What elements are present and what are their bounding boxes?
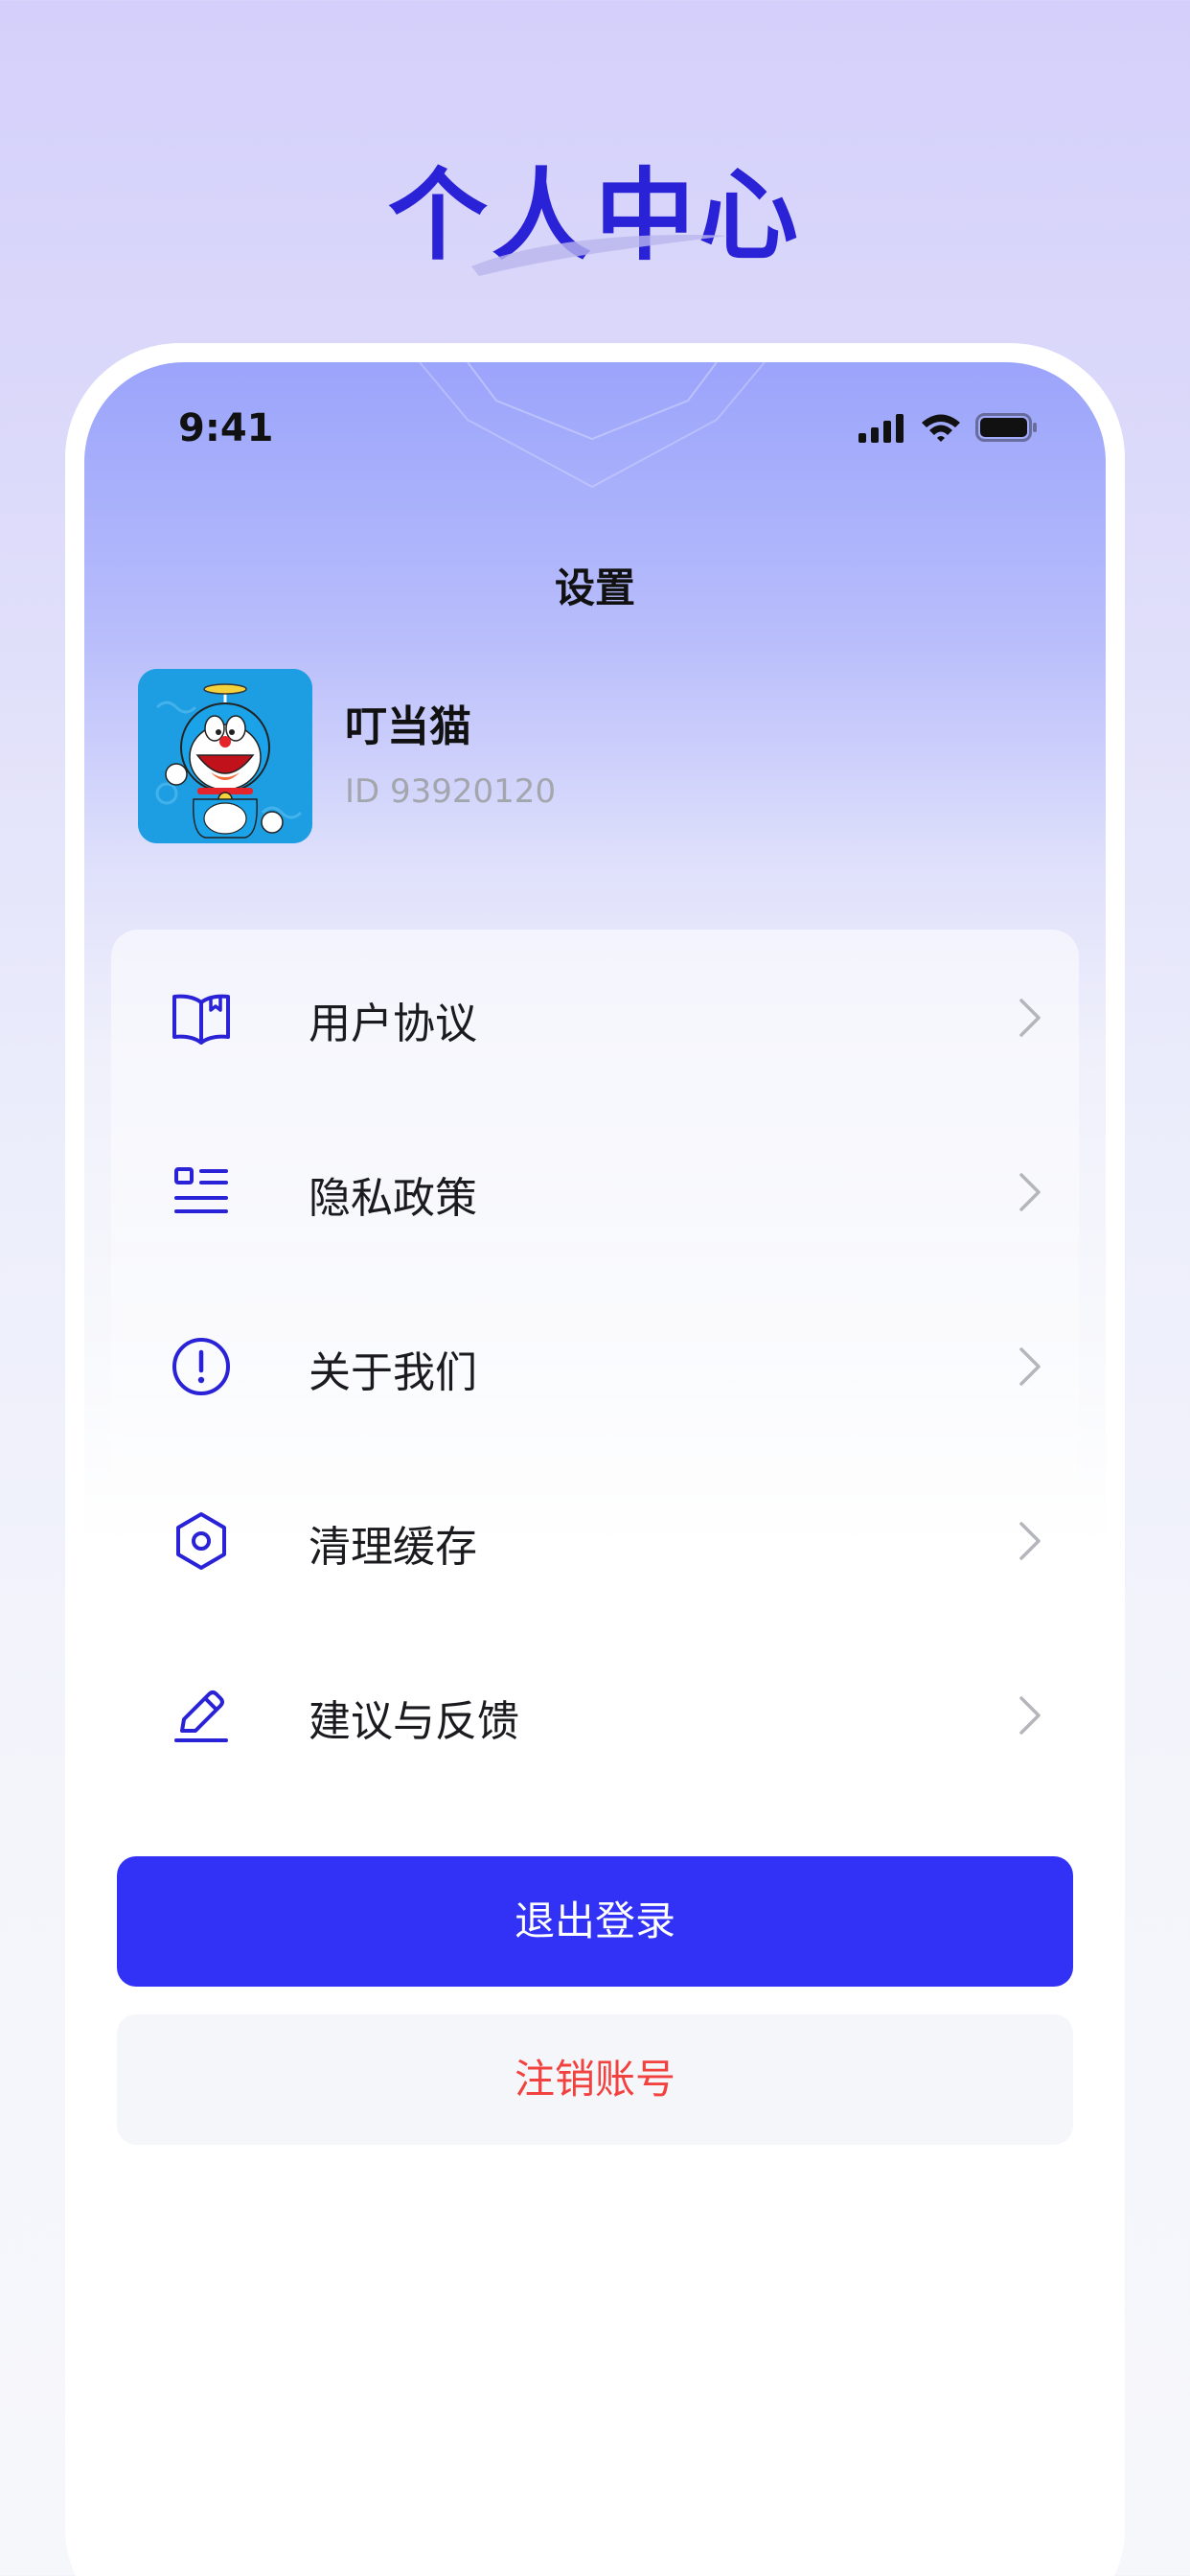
status-icons [858, 408, 1039, 447]
menu-item-privacy-policy[interactable]: 隐私政策 [111, 1104, 1079, 1278]
menu-item-label: 建议与反馈 [309, 1697, 519, 1746]
chevron-right-icon [1019, 999, 1041, 1037]
menu-item-clear-cache[interactable]: 清理缓存 [111, 1453, 1079, 1627]
list-icon [174, 1167, 228, 1213]
page-title: 设置 [554, 564, 635, 611]
book-icon [172, 994, 230, 1045]
wifi-icon [922, 414, 960, 442]
menu-item-about-us[interactable]: 关于我们 [111, 1278, 1079, 1453]
hexagon-settings-icon [176, 1512, 226, 1570]
info-circle-icon [172, 1338, 230, 1395]
user-id: ID 93920120 [345, 772, 557, 811]
doraemon-avatar-image [138, 669, 312, 843]
avatar[interactable] [138, 669, 312, 843]
user-name: 叮当猫 [345, 702, 471, 751]
chevron-right-icon [1019, 1696, 1041, 1735]
menu-item-label: 用户协议 [309, 1000, 477, 1048]
chevron-right-icon [1019, 1347, 1041, 1386]
logout-button[interactable]: 退出登录 [117, 1856, 1073, 1987]
menu-item-label: 清理缓存 [309, 1523, 477, 1572]
chevron-right-icon [1019, 1522, 1041, 1560]
delete-account-button[interactable]: 注销账号 [117, 2014, 1073, 2145]
title-underline-decoration [471, 235, 728, 276]
background-hexagon-decoration [419, 362, 766, 489]
menu-item-feedback[interactable]: 建议与反馈 [111, 1627, 1079, 1802]
battery-icon [975, 413, 1037, 442]
menu-item-label: 关于我们 [309, 1348, 477, 1397]
signal-icon [858, 414, 904, 443]
chevron-right-icon [1019, 1173, 1041, 1211]
status-time: 9:41 [178, 406, 274, 450]
pencil-icon [174, 1690, 228, 1742]
menu-item-label: 隐私政策 [309, 1174, 477, 1223]
phone-screen: 9:41 设置 叮当猫 ID 93920120 用户协议 隐私政策 关于我们 清… [84, 362, 1106, 2576]
menu-item-user-agreement[interactable]: 用户协议 [111, 930, 1079, 1104]
